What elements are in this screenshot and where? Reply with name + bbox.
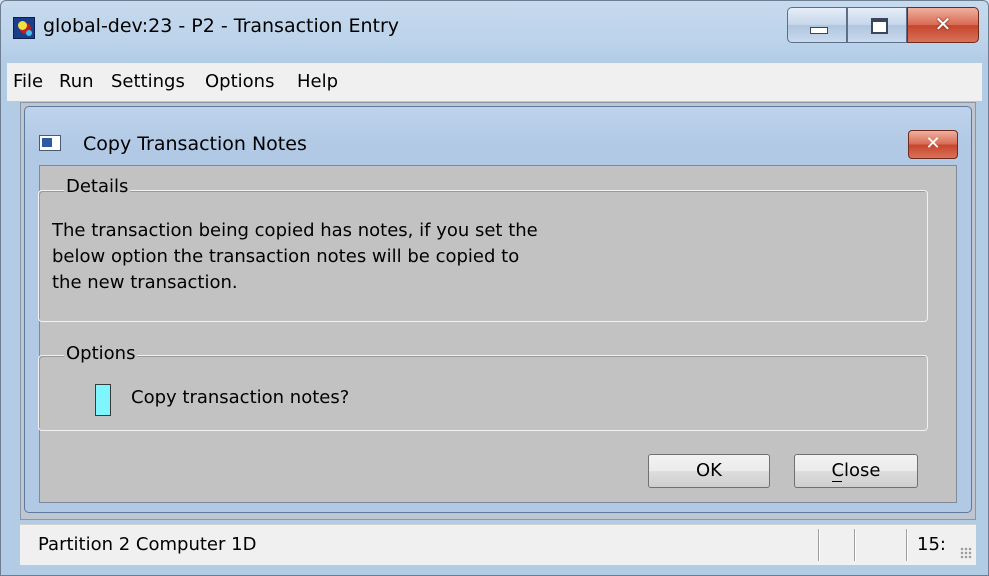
- maximize-icon: [871, 18, 888, 34]
- menu-help[interactable]: Help: [297, 71, 338, 92]
- copy-notes-label[interactable]: Copy transaction notes?: [131, 387, 349, 408]
- details-line-2: below option the transaction notes will …: [52, 246, 520, 267]
- statusbar: Partition 2 Computer 1D 15:: [20, 524, 976, 565]
- details-text: The transaction being copied has notes, …: [52, 218, 538, 296]
- status-text: Partition 2 Computer 1D: [38, 534, 257, 555]
- menu-run[interactable]: Run: [59, 71, 94, 92]
- window-title: global-dev:23 - P2 - Transaction Entry: [43, 15, 400, 37]
- close-icon: ✕: [934, 12, 952, 36]
- resize-grip-icon[interactable]: [960, 547, 972, 559]
- details-line-3: the new transaction.: [52, 272, 238, 293]
- menubar: File Run Settings Options Help: [7, 63, 982, 101]
- options-legend: Options: [64, 343, 138, 364]
- dialog-window-icon: [39, 135, 61, 151]
- details-legend: Details: [64, 176, 131, 197]
- window-titlebar[interactable]: global-dev:23 - P2 - Transaction Entry ✕: [1, 1, 988, 59]
- ok-button[interactable]: OK: [648, 454, 770, 488]
- status-divider: [854, 529, 855, 561]
- window-close-button[interactable]: ✕: [907, 7, 979, 43]
- status-divider: [818, 529, 819, 561]
- close-button[interactable]: Close: [794, 454, 918, 488]
- status-time: 15:: [917, 534, 946, 555]
- app-icon[interactable]: [13, 17, 35, 39]
- menu-options[interactable]: Options: [205, 71, 274, 92]
- details-line-1: The transaction being copied has notes, …: [52, 220, 538, 241]
- status-divider: [906, 529, 907, 561]
- close-icon: ✕: [925, 133, 941, 154]
- minimize-icon: [810, 27, 828, 34]
- minimize-button[interactable]: [787, 7, 847, 43]
- dialog-close-button[interactable]: ✕: [908, 130, 958, 159]
- maximize-button[interactable]: [847, 7, 907, 43]
- menu-file[interactable]: File: [13, 71, 43, 92]
- dialog-title: Copy Transaction Notes: [83, 133, 307, 155]
- copy-notes-checkbox[interactable]: [95, 384, 111, 416]
- menu-settings[interactable]: Settings: [111, 71, 185, 92]
